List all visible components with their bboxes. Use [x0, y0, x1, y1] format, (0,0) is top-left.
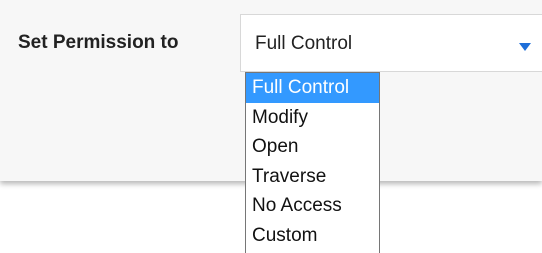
option-traverse[interactable]: Traverse	[246, 162, 379, 192]
stage: Set Permission to Full Control Full Cont…	[0, 0, 542, 253]
dropdown-arrow-icon[interactable]	[519, 43, 531, 51]
option-no-access[interactable]: No Access	[246, 191, 379, 221]
option-full-control[interactable]: Full Control	[246, 73, 379, 103]
set-permission-label: Set Permission to	[18, 32, 179, 53]
option-open[interactable]: Open	[246, 132, 379, 162]
permission-select[interactable]: Full Control	[240, 14, 542, 72]
permission-options-list: Full Control Modify Open Traverse No Acc…	[245, 72, 380, 253]
option-custom[interactable]: Custom	[246, 221, 379, 251]
permission-select-value: Full Control	[255, 33, 353, 54]
option-modify[interactable]: Modify	[246, 103, 379, 133]
